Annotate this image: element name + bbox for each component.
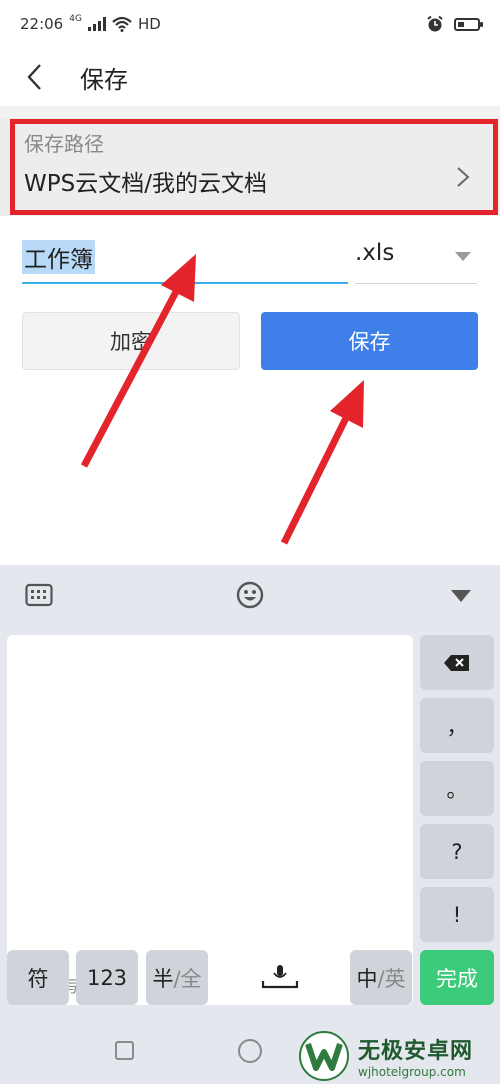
delete-key[interactable] [420,635,494,690]
emoji-icon[interactable] [236,581,264,609]
filename-input[interactable]: 工作簿 [22,232,348,284]
header: 保存 [0,48,500,106]
space-key[interactable] [216,950,343,1005]
microphone-icon [261,964,298,988]
arrow-to-save-button [280,380,364,545]
status-left: 22:06 4G HD [20,14,161,33]
status-time: 22:06 [20,15,64,33]
status-right [426,15,483,33]
hd-label: HD [137,15,161,33]
battery-icon [454,17,483,31]
numbers-key[interactable]: 123 [76,950,138,1005]
alarm-icon [427,15,443,32]
full-label: /全 [173,966,202,991]
status-bar: 22:06 4G HD [0,0,500,48]
half-full-key[interactable]: 半/全 [146,950,208,1005]
english-label: /英 [377,966,406,991]
watermark-title: 无极安卓网 [358,1039,474,1064]
watermark-logo-icon [299,1031,349,1081]
save-button[interactable]: 保存 [261,312,478,370]
highlight-box [10,119,498,215]
network-label: 4G [69,14,82,24]
encrypt-button[interactable]: 加密 [22,312,240,370]
wifi-icon [112,16,132,32]
dropdown-caret-icon [455,252,471,261]
comma-key[interactable]: ， [420,698,494,753]
watermark-url: wjhotelgroup.com [358,1065,466,1079]
chinese-english-key[interactable]: 中/英 [350,950,412,1005]
save-screen: 22:06 4G HD 保存 保存路径 WPS云文档/我的云文档 工作簿 .xl… [0,0,500,1084]
keyboard-toolbar [0,565,500,625]
signal-icon [87,17,106,31]
extension-value: .xls [355,240,395,266]
keyboard-icon[interactable] [25,583,53,607]
section-divider [0,106,500,118]
question-key[interactable]: ? [420,824,494,879]
backspace-icon [444,654,469,671]
recent-apps-button[interactable] [115,1041,134,1060]
exclamation-key[interactable]: ! [420,887,494,942]
watermark: 无极安卓网 wjhotelgroup.com [296,1028,500,1084]
home-button[interactable] [238,1039,262,1063]
period-key[interactable]: 。 [420,761,494,816]
back-arrow-icon [27,64,41,90]
watermark-text: 无极安卓网 wjhotelgroup.com [358,1033,473,1079]
chinese-label: 中 [356,966,378,991]
keyboard: 多字叠写 ， 。 ? ! 符 123 半/全 中/英 完成 [0,565,500,1084]
filename-value: 工作簿 [22,240,95,274]
collapse-keyboard-icon[interactable] [450,589,472,603]
back-button[interactable] [0,48,70,106]
handwriting-area[interactable]: 多字叠写 [7,635,413,1005]
half-label: 半 [152,966,174,991]
page-title: 保存 [80,65,128,94]
extension-select[interactable]: .xls [355,232,477,284]
done-key[interactable]: 完成 [420,950,494,1005]
symbol-key[interactable]: 符 [7,950,69,1005]
